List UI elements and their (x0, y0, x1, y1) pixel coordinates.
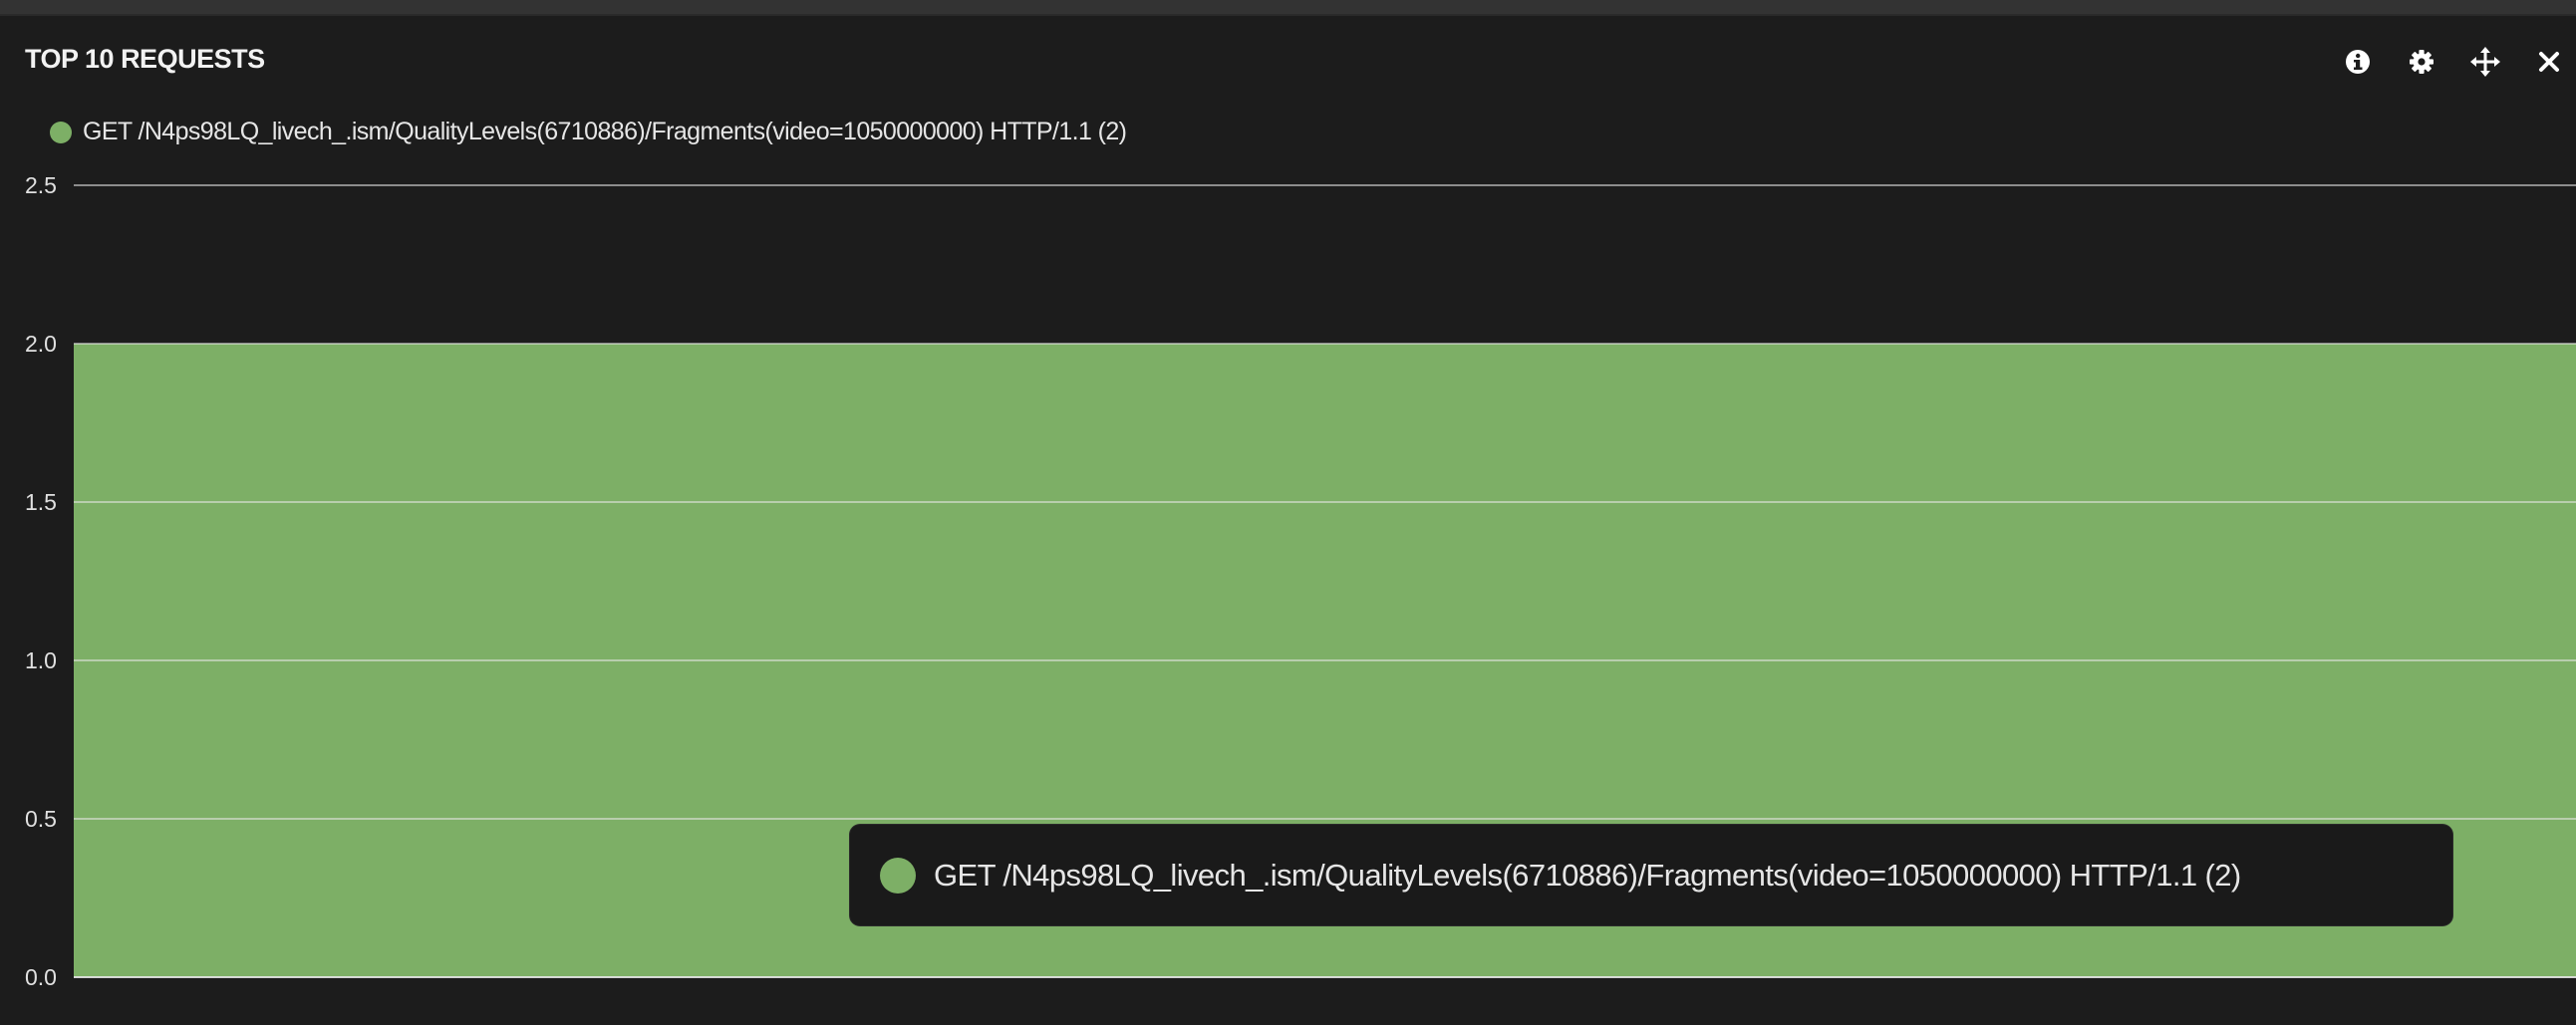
move-icon (2470, 47, 2500, 77)
y-tick-label: 0.5 (25, 806, 57, 832)
panel-title: TOP 10 REQUESTS (25, 44, 265, 74)
y-tick-label: 2.0 (25, 331, 57, 357)
close-icon (2537, 50, 2561, 74)
y-tick-label: 0.0 (25, 964, 57, 990)
chart-tooltip: GET /N4ps98LQ_livech_.ism/QualityLevels(… (850, 825, 2452, 925)
legend-label: GET /N4ps98LQ_livech_.ism/QualityLevels(… (83, 118, 1127, 145)
gear-icon (2409, 49, 2434, 75)
info-button[interactable] (2340, 44, 2376, 80)
tooltip-label: GET /N4ps98LQ_livech_.ism/QualityLevels(… (934, 857, 2241, 893)
close-button[interactable] (2531, 44, 2567, 80)
y-tick-label: 1.5 (25, 489, 57, 515)
settings-button[interactable] (2404, 44, 2439, 80)
chart-legend-item[interactable]: GET /N4ps98LQ_livech_.ism/QualityLevels(… (50, 118, 1127, 146)
y-tick-label: 2.5 (25, 172, 57, 198)
legend-swatch (50, 121, 72, 143)
info-icon (2345, 49, 2371, 75)
y-tick-label: 1.0 (25, 647, 57, 673)
panel-toolbar (2340, 44, 2567, 80)
move-button[interactable] (2467, 44, 2503, 80)
tooltip-swatch (880, 857, 916, 894)
